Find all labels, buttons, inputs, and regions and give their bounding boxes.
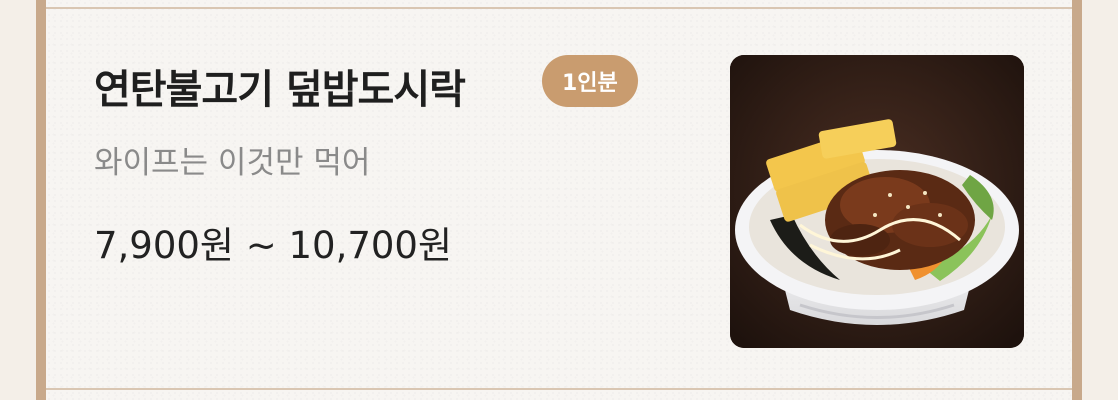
menu-item-price-range: 7,900원 ~ 10,700원: [94, 224, 452, 267]
menu-item-description: 와이프는 이것만 먹어: [94, 145, 371, 181]
menu-item-card[interactable]: 연탄불고기 덮밥도시락 1인분 와이프는 이것만 먹어 7,900원 ~ 10,…: [46, 9, 1072, 388]
menu-item-title: 연탄불고기 덮밥도시락: [94, 67, 466, 113]
food-photo-illustration: [730, 55, 1024, 348]
bulgogi-rice-bowl-image[interactable]: [730, 55, 1024, 348]
serving-size-badge: 1인분: [542, 55, 638, 107]
divider-bottom: [46, 388, 1072, 390]
